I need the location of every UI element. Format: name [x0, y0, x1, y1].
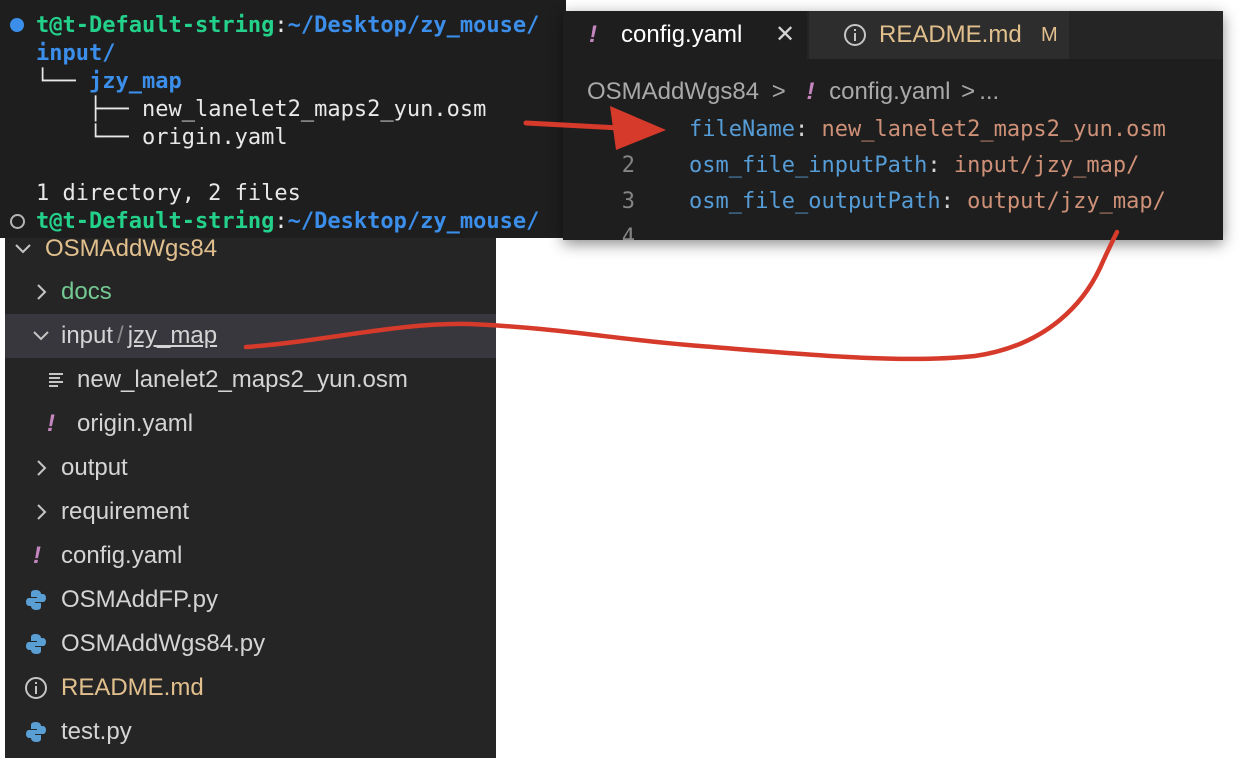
red-curve-annotation — [243, 229, 1120, 362]
red-arrow-icon — [523, 106, 666, 150]
annotation-overlay — [243, 106, 1120, 362]
